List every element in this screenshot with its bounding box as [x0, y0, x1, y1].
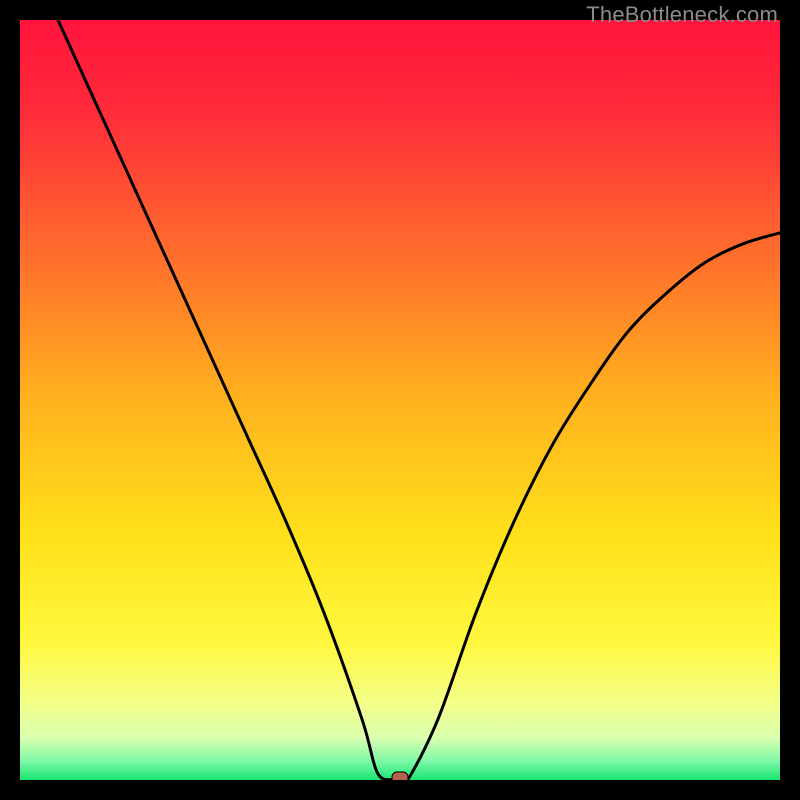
chart-frame [20, 20, 780, 780]
gradient-background [20, 20, 780, 780]
watermark-text: TheBottleneck.com [586, 2, 778, 28]
chart-svg [20, 20, 780, 780]
optimum-marker [392, 772, 408, 780]
